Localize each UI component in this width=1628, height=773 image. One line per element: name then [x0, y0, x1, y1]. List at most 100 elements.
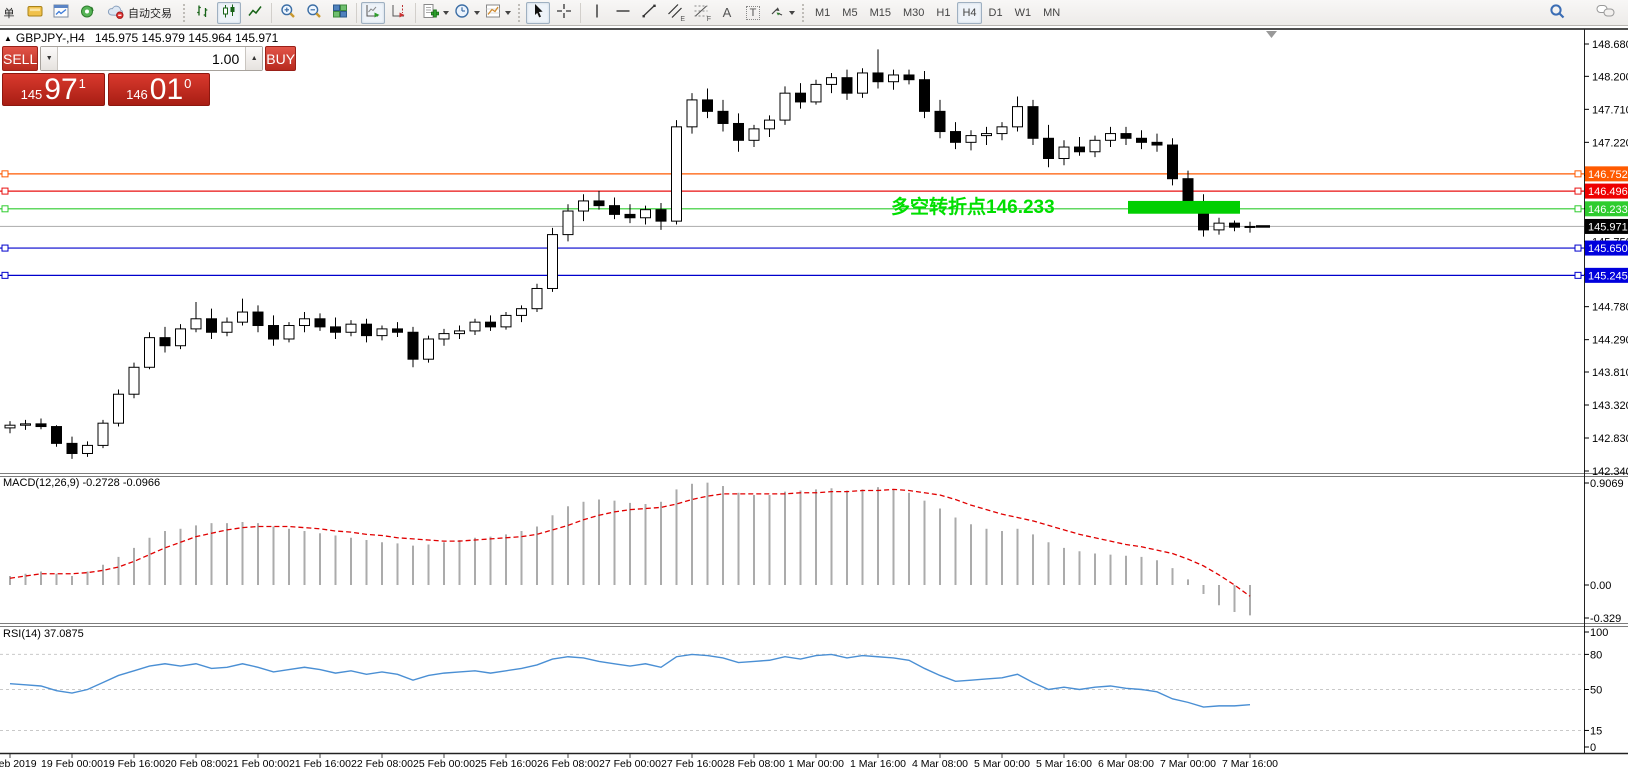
chart-shift-icon [390, 2, 408, 23]
bar-chart-button[interactable] [191, 2, 215, 24]
trendline-tool-button[interactable] [637, 2, 661, 24]
fibonacci-tool-button[interactable]: F [689, 2, 713, 24]
toolbar-right-icons [1544, 2, 1619, 24]
toolbar-grip [517, 3, 521, 23]
time-axis[interactable]: 8 Feb 201919 Feb 00:0019 Feb 16:0020 Feb… [0, 754, 1278, 770]
timeframe-D1[interactable]: D1 [984, 2, 1008, 24]
bar-chart-icon [194, 2, 212, 23]
tile-windows-button[interactable] [328, 2, 352, 24]
data-window-icon [52, 2, 70, 23]
svg-text:21 Feb 16:00: 21 Feb 16:00 [289, 758, 351, 770]
symbol-marker-icon: ▲ [4, 34, 12, 43]
horizontal-line-tool-button[interactable] [611, 2, 635, 24]
timeframe-MN[interactable]: MN [1038, 2, 1065, 24]
timeframe-M1[interactable]: M1 [810, 2, 835, 24]
sell-button[interactable]: SELL [2, 46, 38, 71]
autotrading-button[interactable]: 自动交易 [101, 2, 177, 24]
new-order-button[interactable]: 单 [0, 2, 21, 24]
svg-text:0: 0 [1590, 742, 1596, 754]
svg-text:145.650: 145.650 [1588, 243, 1628, 255]
macd-panel[interactable]: 0.90690.00-0.329 [10, 478, 1624, 625]
svg-text:19 Feb 00:00: 19 Feb 00:00 [41, 758, 103, 770]
templates-button[interactable] [483, 2, 512, 24]
chart-canvas[interactable]: 148.680148.200147.710147.220146.730146.2… [0, 0, 1628, 773]
zoom-out-button[interactable] [302, 2, 326, 24]
chart-title: ▲ GBPJPY-,H4 145.975 145.979 145.964 145… [4, 31, 278, 45]
svg-text:0.9069: 0.9069 [1590, 478, 1624, 490]
arrows-tool-button[interactable] [767, 2, 796, 24]
data-window-button[interactable] [49, 2, 73, 24]
zoom-in-button[interactable] [276, 2, 300, 24]
buy-price-button[interactable]: 146 01 0 [108, 73, 211, 106]
candlestick-chart-icon [220, 2, 238, 23]
timeframe-M30[interactable]: M30 [898, 2, 929, 24]
ohlc-quotes-label: 145.975 145.979 145.964 145.971 [95, 31, 279, 45]
volume-stepper: ▼ ▲ [40, 46, 263, 71]
toolbar-separator [580, 3, 581, 23]
periods-clock-icon [453, 2, 471, 23]
navigator-button[interactable] [75, 2, 99, 24]
text-tool-label: A [723, 5, 732, 20]
sell-button-label: SELL [3, 51, 37, 67]
equidistant-channel-tool-button[interactable]: E [663, 2, 687, 24]
toolbar-separator [415, 3, 416, 23]
timeframe-M15[interactable]: M15 [865, 2, 896, 24]
volume-decrease-button[interactable]: ▼ [41, 47, 58, 70]
rsi-panel[interactable]: 1008050150 [0, 627, 1608, 754]
svg-text:4 Mar 08:00: 4 Mar 08:00 [912, 758, 968, 770]
svg-text:80: 80 [1590, 649, 1602, 661]
timeframe-H4[interactable]: H4 [957, 2, 981, 24]
price-level-lines [0, 171, 1584, 278]
timeframe-M5[interactable]: M5 [837, 2, 862, 24]
svg-text:147.710: 147.710 [1592, 104, 1628, 116]
timeframe-H1[interactable]: H1 [931, 2, 955, 24]
svg-text:148.680: 148.680 [1592, 39, 1628, 51]
volume-input[interactable] [58, 47, 245, 70]
price-axis[interactable]: 148.680148.200147.710147.220146.730146.2… [1584, 39, 1628, 478]
tile-windows-icon [331, 2, 349, 23]
text-label-tool-button[interactable]: T [741, 2, 765, 24]
svg-text:146.496: 146.496 [1588, 186, 1628, 198]
sell-price-button[interactable]: 145 97 1 [2, 73, 105, 106]
line-chart-button[interactable] [243, 2, 267, 24]
pivot-annotation: 多空转折点146.233 [891, 192, 1055, 219]
volume-increase-button[interactable]: ▲ [245, 47, 262, 70]
buy-button[interactable]: BUY [265, 46, 296, 71]
sell-price-pip: 1 [79, 76, 86, 91]
svg-text:5 Mar 00:00: 5 Mar 00:00 [974, 758, 1030, 770]
periods-button[interactable] [452, 2, 481, 24]
indicators-dropdown-caret [443, 11, 449, 15]
autotrading-label: 自动交易 [128, 5, 172, 21]
svg-text:7 Mar 00:00: 7 Mar 00:00 [1160, 758, 1216, 770]
arrows-dropdown-caret [789, 11, 795, 15]
crosshair-tool-button[interactable] [552, 2, 576, 24]
arrows-icon [768, 2, 786, 23]
text-tool-button[interactable]: A [715, 2, 739, 24]
vertical-line-tool-button[interactable] [585, 2, 609, 24]
auto-scroll-button[interactable] [361, 2, 385, 24]
svg-text:142.830: 142.830 [1592, 433, 1628, 445]
timeframe-W1[interactable]: W1 [1010, 2, 1037, 24]
indicators-button[interactable] [420, 2, 450, 24]
svg-text:0.00: 0.00 [1590, 580, 1611, 592]
timeframe-group: M1M5M15M30H1H4D1W1MN [809, 2, 1066, 24]
zoom-out-icon [305, 2, 323, 23]
candlestick-chart-button[interactable] [217, 2, 241, 24]
chat-button[interactable] [1594, 2, 1618, 24]
sell-price-prefix: 145 [21, 87, 43, 102]
channel-letter: E [680, 16, 685, 23]
svg-text:143.320: 143.320 [1592, 400, 1628, 412]
cursor-tool-button[interactable] [526, 2, 550, 24]
zoom-in-icon [279, 2, 297, 23]
chart-shift-button[interactable] [387, 2, 411, 24]
toolbar-grip [182, 3, 186, 23]
market-watch-icon [26, 2, 44, 23]
search-button[interactable] [1545, 2, 1569, 24]
svg-text:7 Mar 16:00: 7 Mar 16:00 [1222, 758, 1278, 770]
svg-text:26 Feb 08:00: 26 Feb 08:00 [537, 758, 599, 770]
svg-text:25 Feb 16:00: 25 Feb 16:00 [475, 758, 537, 770]
svg-text:148.200: 148.200 [1592, 71, 1628, 83]
svg-text:145.971: 145.971 [1588, 221, 1628, 233]
horizontal-line-icon [614, 2, 632, 23]
market-watch-button[interactable] [23, 2, 47, 24]
